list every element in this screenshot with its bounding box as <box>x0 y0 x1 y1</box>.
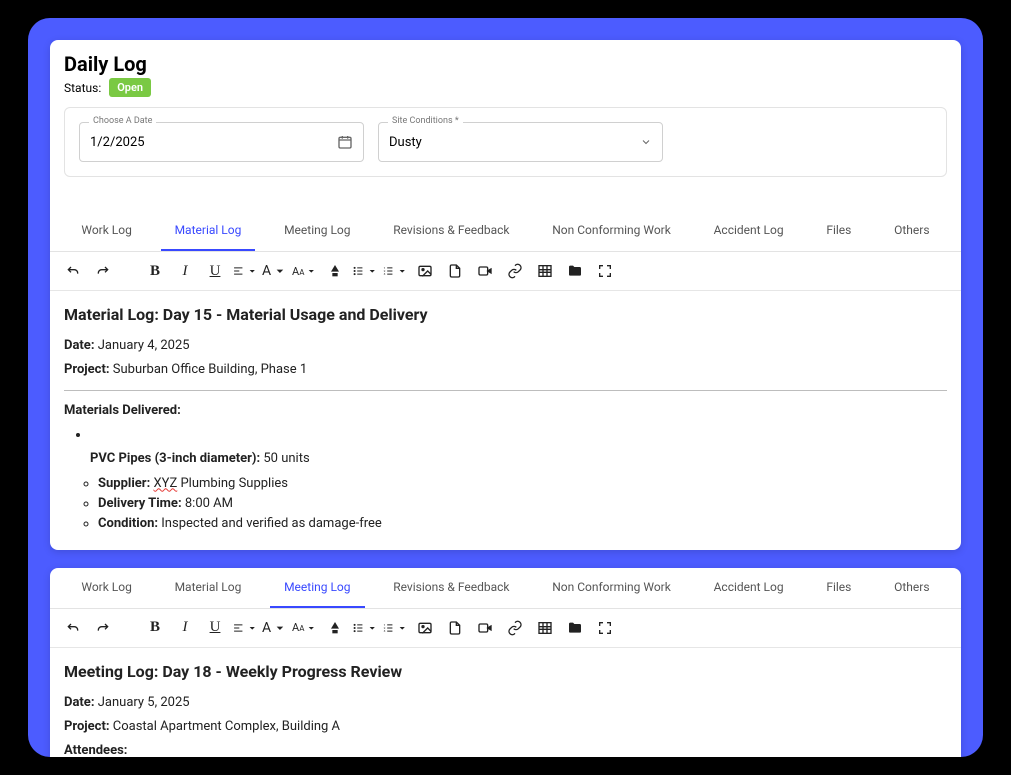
list-item: Supplier: XYZ Plumbing Supplies <box>98 474 947 494</box>
tab-meeting-log[interactable]: Meeting Log <box>270 568 364 608</box>
tabs-card2: Work Log Material Log Meeting Log Revisions… <box>50 568 961 609</box>
status-label: Status: <box>64 81 101 95</box>
undo-icon[interactable] <box>60 615 86 641</box>
tab-files[interactable]: Files <box>812 211 865 251</box>
highlight-icon[interactable] <box>322 258 348 284</box>
date-label: Date: <box>64 338 95 353</box>
undo-icon[interactable] <box>60 258 86 284</box>
tab-files[interactable]: Files <box>812 568 865 608</box>
video-icon[interactable] <box>472 258 498 284</box>
date-field-label: Choose A Date <box>89 116 156 126</box>
italic-icon[interactable]: I <box>172 615 198 641</box>
editor-toolbar-1: BIU AAA 123 <box>50 252 961 291</box>
font-size-icon[interactable]: AA <box>292 258 318 284</box>
project-value-2: Coastal Apartment Complex, Building A <box>113 719 340 734</box>
link-icon[interactable] <box>502 258 528 284</box>
pvc-pipes-value: 50 units <box>263 451 309 466</box>
redo-icon[interactable] <box>90 258 116 284</box>
date-label-2: Date: <box>64 695 95 710</box>
tab-others[interactable]: Others <box>880 568 943 608</box>
bullet-list-icon[interactable] <box>352 615 378 641</box>
date-field-value: 1/2/2025 <box>90 135 145 150</box>
underline-icon[interactable]: U <box>202 615 228 641</box>
supplier-misspell: XYZ <box>153 476 177 491</box>
tab-revisions-feedback[interactable]: Revisions & Feedback <box>379 568 523 608</box>
numbered-list-icon[interactable]: 123 <box>382 258 408 284</box>
image-icon[interactable] <box>412 615 438 641</box>
file-icon[interactable] <box>442 615 468 641</box>
site-conditions-value: Dusty <box>389 135 422 150</box>
bold-icon[interactable]: B <box>142 615 168 641</box>
tab-accident-log[interactable]: Accident Log <box>700 568 798 608</box>
table-icon[interactable] <box>532 615 558 641</box>
numbered-list-icon[interactable]: 123 <box>382 615 408 641</box>
highlight-icon[interactable] <box>322 615 348 641</box>
meeting-log-editor[interactable]: Meeting Log: Day 18 - Weekly Progress Re… <box>50 648 961 757</box>
align-icon[interactable] <box>232 615 258 641</box>
chevron-down-icon[interactable] <box>640 136 652 148</box>
project-label: Project: <box>64 362 110 377</box>
filters-panel: Choose A Date 1/2/2025 Site Conditions *… <box>64 107 947 177</box>
list-item <box>90 425 947 445</box>
date-field[interactable]: Choose A Date 1/2/2025 <box>79 122 364 162</box>
tab-accident-log[interactable]: Accident Log <box>700 211 798 251</box>
tabs-card1: Work Log Material Log Meeting Log Revisions… <box>50 211 961 252</box>
tab-others[interactable]: Others <box>880 211 943 251</box>
list-item: Condition: Inspected and verified as dam… <box>98 514 947 534</box>
attendees-label: Attendees: <box>64 743 127 757</box>
folder-icon[interactable] <box>562 258 588 284</box>
date-value-2: January 5, 2025 <box>98 695 190 710</box>
supplier-rest: Plumbing Supplies <box>180 476 288 491</box>
tab-non-conforming-work[interactable]: Non Conforming Work <box>538 568 685 608</box>
meeting-log-title: Meeting Log: Day 18 - Weekly Progress Re… <box>64 660 947 685</box>
tab-work-log[interactable]: Work Log <box>67 211 145 251</box>
folder-icon[interactable] <box>562 615 588 641</box>
tab-material-log[interactable]: Material Log <box>161 211 256 251</box>
font-color-icon[interactable]: A <box>262 258 288 284</box>
site-conditions-label: Site Conditions * <box>388 116 463 126</box>
italic-icon[interactable]: I <box>172 258 198 284</box>
image-icon[interactable] <box>412 258 438 284</box>
materials-delivered-label: Materials Delivered: <box>64 403 181 418</box>
tab-work-log[interactable]: Work Log <box>67 568 145 608</box>
svg-text:3: 3 <box>384 629 386 633</box>
file-icon[interactable] <box>442 258 468 284</box>
underline-icon[interactable]: U <box>202 258 228 284</box>
tab-material-log[interactable]: Material Log <box>161 568 256 608</box>
fullscreen-icon[interactable] <box>592 258 618 284</box>
table-icon[interactable] <box>532 258 558 284</box>
tab-revisions-feedback[interactable]: Revisions & Feedback <box>379 211 523 251</box>
bold-icon[interactable]: B <box>142 258 168 284</box>
material-log-title: Material Log: Day 15 - Material Usage an… <box>64 303 947 328</box>
daily-log-card: Daily Log Status: Open Choose A Date 1/2… <box>50 40 961 550</box>
font-color-icon[interactable]: A <box>262 615 288 641</box>
bullet-list-icon[interactable] <box>352 258 378 284</box>
site-conditions-field[interactable]: Site Conditions * Dusty <box>378 122 663 162</box>
project-label-2: Project: <box>64 719 110 734</box>
redo-icon[interactable] <box>90 615 116 641</box>
fullscreen-icon[interactable] <box>592 615 618 641</box>
pvc-pipes-label: PVC Pipes (3-inch diameter): <box>90 451 260 466</box>
video-icon[interactable] <box>472 615 498 641</box>
link-icon[interactable] <box>502 615 528 641</box>
material-log-editor[interactable]: Material Log: Day 15 - Material Usage an… <box>50 291 961 550</box>
tab-non-conforming-work[interactable]: Non Conforming Work <box>538 211 685 251</box>
calendar-icon[interactable] <box>337 134 353 150</box>
font-size-icon[interactable]: AA <box>292 615 318 641</box>
project-value: Suburban Office Building, Phase 1 <box>113 362 307 377</box>
align-icon[interactable] <box>232 258 258 284</box>
tab-meeting-log[interactable]: Meeting Log <box>270 211 364 251</box>
editor-toolbar-2: BIU AAA 123 <box>50 609 961 648</box>
meeting-log-card: Work Log Material Log Meeting Log Revisions… <box>50 568 961 757</box>
status-badge: Open <box>109 78 151 97</box>
page-title: Daily Log <box>64 52 947 76</box>
svg-text:3: 3 <box>384 272 386 276</box>
list-item: Delivery Time: 8:00 AM <box>98 494 947 514</box>
date-value: January 4, 2025 <box>98 338 190 353</box>
